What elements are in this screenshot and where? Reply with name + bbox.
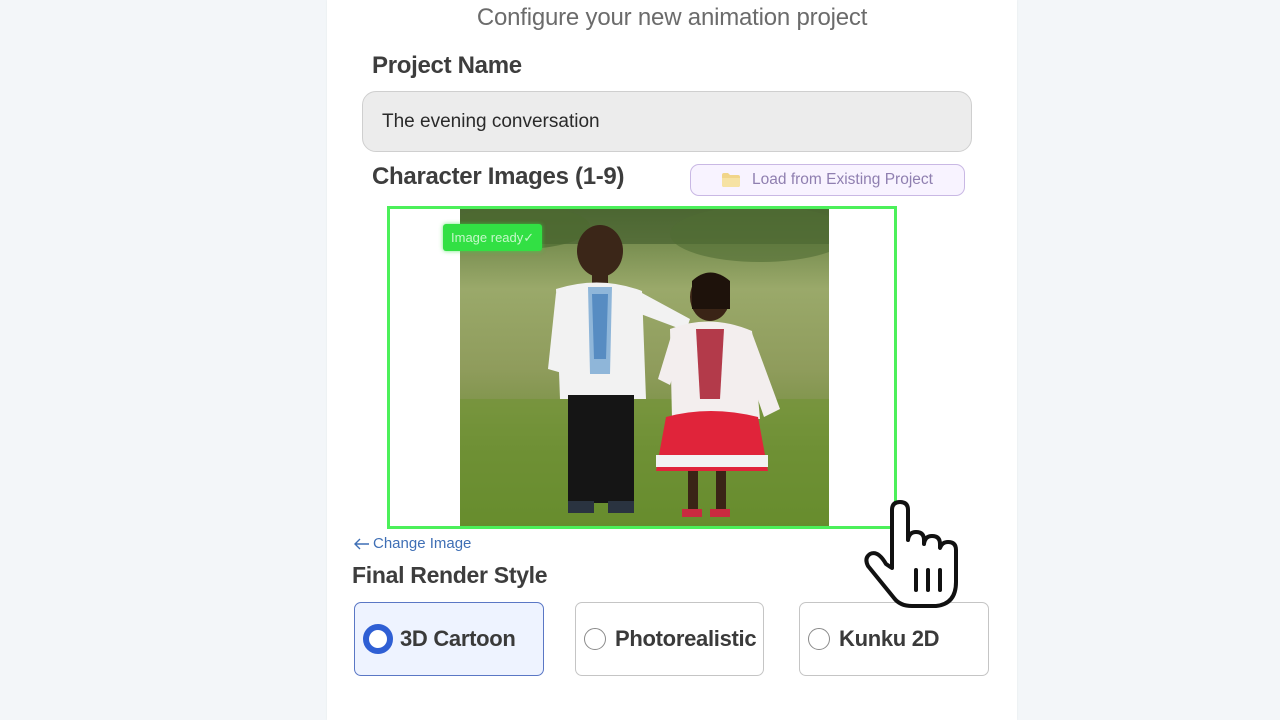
folder-icon — [722, 173, 741, 187]
radio-unselected-icon — [808, 628, 830, 650]
project-config-panel: Configure your new animation project Pro… — [327, 0, 1017, 720]
image-ready-badge: Image ready✓ — [443, 224, 543, 251]
render-style-label: Final Render Style — [352, 562, 548, 588]
style-option-kunku-2d[interactable]: Kunku 2D — [799, 602, 989, 676]
radio-selected-icon — [363, 624, 393, 654]
style-option-photorealistic[interactable]: Photorealistic — [575, 602, 764, 676]
project-name-input[interactable] — [362, 91, 972, 152]
change-image-label: Change Image — [373, 535, 472, 552]
arrow-left-icon — [354, 538, 369, 549]
change-image-link[interactable]: Change Image — [354, 535, 471, 552]
style-option-label: 3D Cartoon — [400, 626, 516, 651]
character-photo — [460, 209, 829, 526]
page-subtitle: Configure your new animation project — [476, 4, 868, 31]
load-existing-project-button[interactable]: Load from Existing Project — [690, 164, 965, 196]
pointer-hand-icon — [864, 500, 958, 608]
style-option-3d-cartoon[interactable]: 3D Cartoon — [354, 602, 544, 676]
character-images-label: Character Images (1-9) — [372, 163, 625, 190]
style-option-label: Photorealistic — [615, 626, 757, 651]
style-option-label: Kunku 2D — [839, 626, 940, 651]
load-existing-project-label: Load from Existing Project — [752, 171, 933, 188]
character-image-preview[interactable] — [387, 206, 897, 529]
radio-unselected-icon — [584, 628, 606, 650]
project-name-label: Project Name — [372, 52, 522, 79]
